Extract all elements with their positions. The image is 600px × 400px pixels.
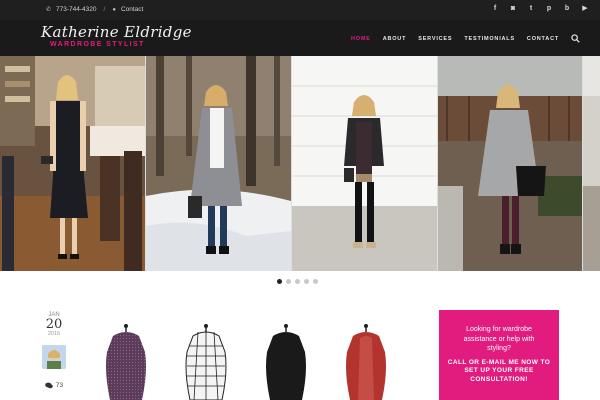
gallery-slide-1[interactable] xyxy=(0,56,145,271)
post-day: 20 xyxy=(45,317,63,332)
social-links: f ◙ t p b ▶ xyxy=(491,5,589,13)
author-avatar[interactable] xyxy=(42,345,66,369)
pagination-dot-4[interactable] xyxy=(304,279,309,284)
pagination-dot-3[interactable] xyxy=(295,279,300,284)
nav-services[interactable]: SERVICES xyxy=(418,36,452,42)
nav-testimonials[interactable]: TESTIMONIALS xyxy=(464,36,515,42)
youtube-icon[interactable]: ▶ xyxy=(581,5,589,13)
pagination-dot-1[interactable] xyxy=(277,279,282,284)
main-nav: HOME ABOUT SERVICES TESTIMONIALS CONTACT xyxy=(351,34,580,43)
post-year: 2016 xyxy=(47,331,61,337)
phone-number[interactable]: 773-744-4320 xyxy=(56,6,96,13)
gallery-pagination xyxy=(277,279,318,284)
contact-link[interactable]: Contact xyxy=(121,6,143,13)
photo-gallery xyxy=(0,56,600,271)
cta-question: Looking for wardrobe assistance or help … xyxy=(463,326,535,352)
top-bar: ✆ 773-744-4320 / ● Contact f ◙ t p b ▶ xyxy=(0,0,600,20)
pagination-dot-2[interactable] xyxy=(286,279,291,284)
pinterest-icon[interactable]: p xyxy=(545,5,553,13)
post-meta: JAN 20 2016 73 xyxy=(40,312,68,389)
chat-icon: ● xyxy=(112,6,116,13)
search-icon[interactable] xyxy=(571,34,580,43)
gallery-slide-5[interactable] xyxy=(583,56,600,271)
cta-call[interactable]: CALL OR E-MAIL ME NOW TO SET UP YOUR FRE… xyxy=(439,359,559,385)
consultation-cta[interactable]: Looking for wardrobe assistance or help … xyxy=(439,310,559,400)
gallery-slide-3[interactable] xyxy=(292,56,437,271)
top-bar-contact: ✆ 773-744-4320 / ● Contact xyxy=(46,6,143,13)
twitter-icon[interactable]: t xyxy=(527,5,535,13)
facebook-icon[interactable]: f xyxy=(491,5,499,13)
comment-count[interactable]: 73 xyxy=(40,382,68,389)
separator: / xyxy=(103,6,106,13)
pagination-dot-5[interactable] xyxy=(313,279,318,284)
logo-name[interactable]: Katherine Eldridge xyxy=(41,23,192,41)
instagram-icon[interactable]: ◙ xyxy=(509,5,517,13)
nav-contact[interactable]: CONTACT xyxy=(527,36,559,42)
nav-home[interactable]: HOME xyxy=(351,36,371,42)
bloglovin-icon[interactable]: b xyxy=(563,5,571,13)
gallery-slide-2[interactable] xyxy=(146,56,291,271)
comment-count-value: 73 xyxy=(55,382,64,389)
nav-about[interactable]: ABOUT xyxy=(383,36,407,42)
gallery-slide-4[interactable] xyxy=(438,56,582,271)
phone-icon: ✆ xyxy=(46,7,52,13)
logo-tagline: WARDROBE STYLIST xyxy=(50,41,145,48)
dress-forms-image[interactable] xyxy=(98,322,398,400)
comments-icon xyxy=(45,382,53,389)
